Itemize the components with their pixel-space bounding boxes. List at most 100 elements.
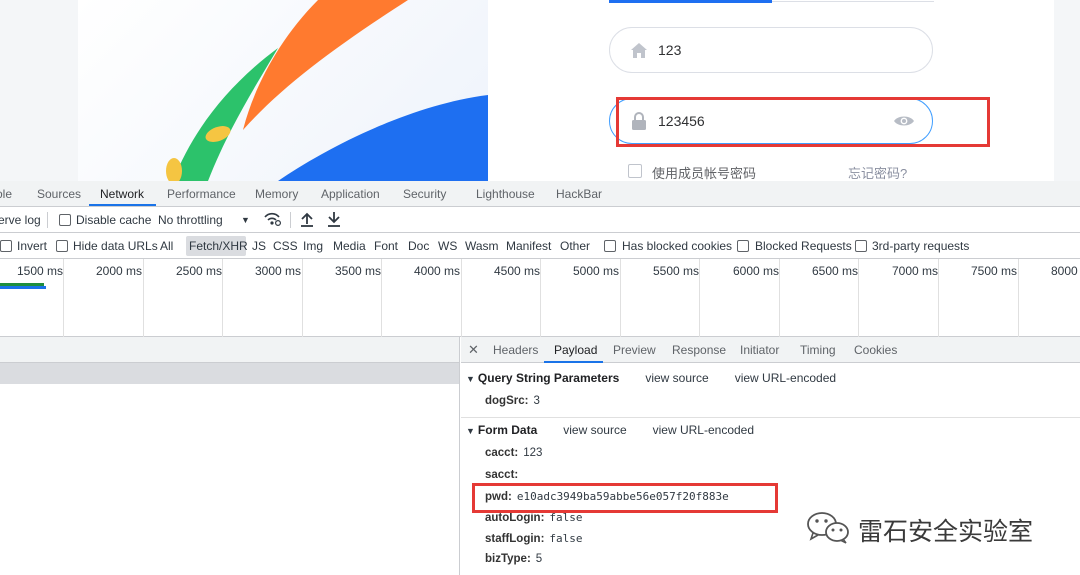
tab-memory[interactable]: Memory bbox=[255, 187, 298, 201]
param-key: autoLogin: bbox=[485, 512, 545, 524]
third-party-checkbox[interactable] bbox=[855, 240, 867, 252]
invert-checkbox[interactable] bbox=[0, 240, 12, 252]
account-field[interactable]: 123 bbox=[609, 27, 933, 73]
type-filter-manifest[interactable]: Manifest bbox=[506, 239, 551, 253]
login-illustration bbox=[78, 0, 488, 181]
query-view-source-link[interactable]: view source bbox=[645, 371, 708, 385]
timeline-tick-label: 3000 ms bbox=[255, 264, 302, 278]
type-filter-css[interactable]: CSS bbox=[273, 239, 298, 253]
form-param-row: cacct: 123 bbox=[485, 447, 542, 459]
network-timeline-overview[interactable]: 1500 ms 2000 ms 2500 ms 3000 ms 3500 ms … bbox=[0, 259, 1080, 337]
active-tab-indicator bbox=[89, 204, 156, 206]
blocked-requests-checkbox[interactable] bbox=[737, 240, 749, 252]
tab-payload[interactable]: Payload bbox=[554, 343, 597, 357]
tab-lighthouse[interactable]: Lighthouse bbox=[476, 187, 535, 201]
param-value: 123 bbox=[523, 447, 543, 459]
home-icon bbox=[629, 40, 649, 60]
disable-cache-label[interactable]: Disable cache bbox=[76, 213, 151, 227]
account-input-value[interactable]: 123 bbox=[658, 42, 681, 58]
form-data-title: Form Data bbox=[477, 423, 538, 437]
blocked-requests-label[interactable]: Blocked Requests bbox=[755, 239, 852, 253]
forgot-password-link[interactable]: 忘记密码? bbox=[848, 163, 907, 182]
selected-request-row[interactable] bbox=[0, 363, 459, 384]
expand-triangle-icon[interactable]: ▼ bbox=[466, 374, 475, 384]
timeline-gridline bbox=[620, 259, 621, 337]
network-conditions-icon[interactable] bbox=[263, 211, 282, 230]
timeline-tick-label: 8000 bbox=[1051, 264, 1078, 278]
timeline-tick-label: 2000 ms bbox=[96, 264, 143, 278]
tab-cookies[interactable]: Cookies bbox=[854, 343, 897, 357]
third-party-label[interactable]: 3rd-party requests bbox=[872, 239, 969, 253]
expand-triangle-icon[interactable]: ▼ bbox=[466, 426, 475, 436]
form-view-url-encoded-link[interactable]: view URL-encoded bbox=[653, 423, 754, 437]
tab-headers[interactable]: Headers bbox=[493, 343, 538, 357]
tab-hackbar[interactable]: HackBar bbox=[556, 187, 602, 201]
blocked-cookies-checkbox[interactable] bbox=[604, 240, 616, 252]
network-toolbar: erve log Disable cache No throttling ▼ bbox=[0, 207, 1080, 233]
query-string-title: Query String Parameters bbox=[477, 371, 620, 385]
type-filter-img[interactable]: Img bbox=[303, 239, 323, 253]
form-data-section-header[interactable]: ▼ Form Data view source view URL-encoded bbox=[466, 423, 754, 437]
export-har-icon[interactable] bbox=[327, 211, 341, 230]
member-account-checkbox[interactable] bbox=[628, 164, 642, 178]
request-list-pane bbox=[0, 337, 460, 575]
disable-cache-checkbox[interactable] bbox=[59, 214, 71, 226]
tab-console[interactable]: ole bbox=[0, 187, 12, 201]
throttling-dropdown-icon[interactable]: ▼ bbox=[241, 215, 250, 225]
type-filter-ws[interactable]: WS bbox=[438, 239, 457, 253]
hide-data-urls-label[interactable]: Hide data URLs bbox=[73, 239, 158, 253]
blocked-cookies-label[interactable]: Has blocked cookies bbox=[622, 239, 732, 253]
timeline-gridline bbox=[381, 259, 382, 337]
tab-security[interactable]: Security bbox=[403, 187, 446, 201]
type-filter-font[interactable]: Font bbox=[374, 239, 398, 253]
request-list-header bbox=[0, 337, 459, 363]
type-filter-media[interactable]: Media bbox=[333, 239, 366, 253]
query-view-url-encoded-link[interactable]: view URL-encoded bbox=[735, 371, 836, 385]
close-icon[interactable]: ✕ bbox=[468, 342, 479, 358]
pwd-highlight-box bbox=[472, 483, 778, 513]
param-key: dogSrc: bbox=[485, 395, 529, 407]
watermark-text: 雷石安全实验室 bbox=[858, 516, 1034, 546]
tab-sources[interactable]: Sources bbox=[37, 187, 81, 201]
timeline-tick-label: 3500 ms bbox=[335, 264, 382, 278]
import-har-icon[interactable] bbox=[300, 211, 314, 230]
param-value: 5 bbox=[535, 553, 543, 565]
tab-performance[interactable]: Performance bbox=[167, 187, 236, 201]
query-string-section-header[interactable]: ▼ Query String Parameters view source view … bbox=[466, 371, 836, 385]
preserve-log-label[interactable]: erve log bbox=[0, 213, 41, 227]
detail-tab-bar: ✕ Headers Payload Preview Response Initi… bbox=[461, 337, 1080, 363]
tab-initiator[interactable]: Initiator bbox=[740, 343, 779, 357]
form-param-row: sacct: bbox=[485, 469, 523, 481]
type-filter-fetch-xhr[interactable]: Fetch/XHR bbox=[189, 239, 248, 253]
timeline-gridline bbox=[461, 259, 462, 337]
timeline-tick-label: 1500 ms bbox=[17, 264, 64, 278]
type-filter-all[interactable]: All bbox=[160, 239, 173, 253]
password-highlight-box bbox=[616, 97, 990, 147]
type-filter-other[interactable]: Other bbox=[560, 239, 590, 253]
devtools-tab-bar: ole Sources Network Performance Memory A… bbox=[0, 181, 1080, 207]
tab-timing[interactable]: Timing bbox=[800, 343, 836, 357]
type-filter-wasm[interactable]: Wasm bbox=[465, 239, 499, 253]
param-value: 3 bbox=[533, 395, 540, 407]
param-key: cacct: bbox=[485, 447, 519, 459]
brand-illustration-icon bbox=[166, 0, 488, 181]
toolbar-divider bbox=[290, 212, 291, 228]
timeline-gridline bbox=[540, 259, 541, 337]
type-filter-doc[interactable]: Doc bbox=[408, 239, 429, 253]
wechat-watermark: 雷石安全实验室 bbox=[806, 510, 1033, 549]
hide-data-urls-checkbox[interactable] bbox=[56, 240, 68, 252]
type-filter-js[interactable]: JS bbox=[252, 239, 266, 253]
param-key: bizType: bbox=[485, 553, 531, 565]
tab-preview[interactable]: Preview bbox=[613, 343, 656, 357]
active-detail-tab-indicator bbox=[544, 361, 603, 363]
invert-label[interactable]: Invert bbox=[17, 239, 47, 253]
timeline-tick-label: 6500 ms bbox=[812, 264, 859, 278]
tab-application[interactable]: Application bbox=[321, 187, 380, 201]
tab-response[interactable]: Response bbox=[672, 343, 726, 357]
throttling-select[interactable]: No throttling bbox=[158, 213, 223, 227]
tab-network[interactable]: Network bbox=[100, 187, 144, 201]
form-view-source-link[interactable]: view source bbox=[563, 423, 626, 437]
form-param-row: staffLogin: false bbox=[485, 532, 583, 545]
timeline-gridline bbox=[302, 259, 303, 337]
timeline-gridline bbox=[63, 259, 64, 337]
